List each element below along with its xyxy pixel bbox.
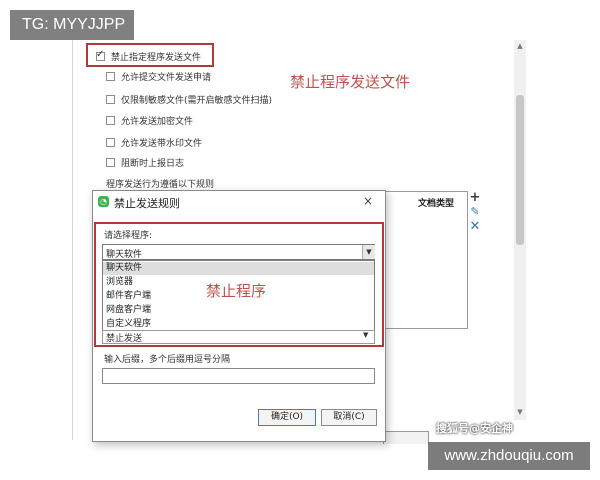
option-sensitive-only[interactable]: 仅限制敏感文件(需开启敏感文件扫描) xyxy=(106,92,272,106)
annotation-dialog: 禁止程序 xyxy=(206,282,267,300)
pencil-icon[interactable]: ✎ xyxy=(468,205,482,219)
table-header-doc-type: 文档类型 xyxy=(418,199,455,209)
checkbox[interactable] xyxy=(106,157,115,167)
checkbox[interactable] xyxy=(106,115,115,125)
option-allow-request[interactable]: 允许提交文件发送申请 xyxy=(106,69,211,83)
option-report-log[interactable]: 阻断时上报日志 xyxy=(106,155,184,169)
plus-icon[interactable]: + xyxy=(468,191,482,205)
background-button[interactable] xyxy=(383,431,429,444)
watermark-top: TG: MYYJJPP xyxy=(10,10,134,40)
app-icon: ◔ xyxy=(98,196,109,207)
scrollbar-thumb[interactable] xyxy=(516,95,524,245)
scroll-down-icon[interactable]: ▼ xyxy=(514,406,526,418)
checkbox[interactable] xyxy=(106,94,115,104)
checkbox[interactable] xyxy=(106,71,115,81)
option-label: 阻断时上报日志 xyxy=(121,158,185,169)
rule-section-label: 程序发送行为遵循以下规则 xyxy=(106,180,215,190)
suffix-input[interactable] xyxy=(102,368,375,384)
x-icon[interactable]: ✕ xyxy=(468,220,482,234)
rules-table[interactable] xyxy=(378,191,468,329)
watermark-source: 搜狐号@安企神 xyxy=(436,422,513,435)
dialog-title: 禁止发送规则 xyxy=(114,197,180,210)
option-allow-encrypted[interactable]: 允许发送加密文件 xyxy=(106,113,193,127)
highlight-box-option xyxy=(86,43,214,67)
suffix-label: 输入后缀，多个后缀用逗号分隔 xyxy=(104,355,231,365)
option-label: 允许发送带水印文件 xyxy=(121,138,203,149)
scroll-up-icon[interactable]: ▲ xyxy=(514,40,526,52)
option-label: 允许提交文件发送申请 xyxy=(121,72,212,83)
option-label: 允许发送加密文件 xyxy=(121,116,194,127)
annotation-top: 禁止程序发送文件 xyxy=(290,73,411,91)
checkbox[interactable] xyxy=(106,137,115,147)
ok-button[interactable]: 确定(O) xyxy=(258,409,316,426)
option-label: 仅限制敏感文件(需开启敏感文件扫描) xyxy=(121,95,273,106)
watermark-url: www.zhdouqiu.com xyxy=(428,442,590,470)
cancel-button[interactable]: 取消(C) xyxy=(321,409,377,426)
close-icon[interactable]: × xyxy=(360,193,376,209)
option-allow-watermark[interactable]: 允许发送带水印文件 xyxy=(106,135,202,149)
